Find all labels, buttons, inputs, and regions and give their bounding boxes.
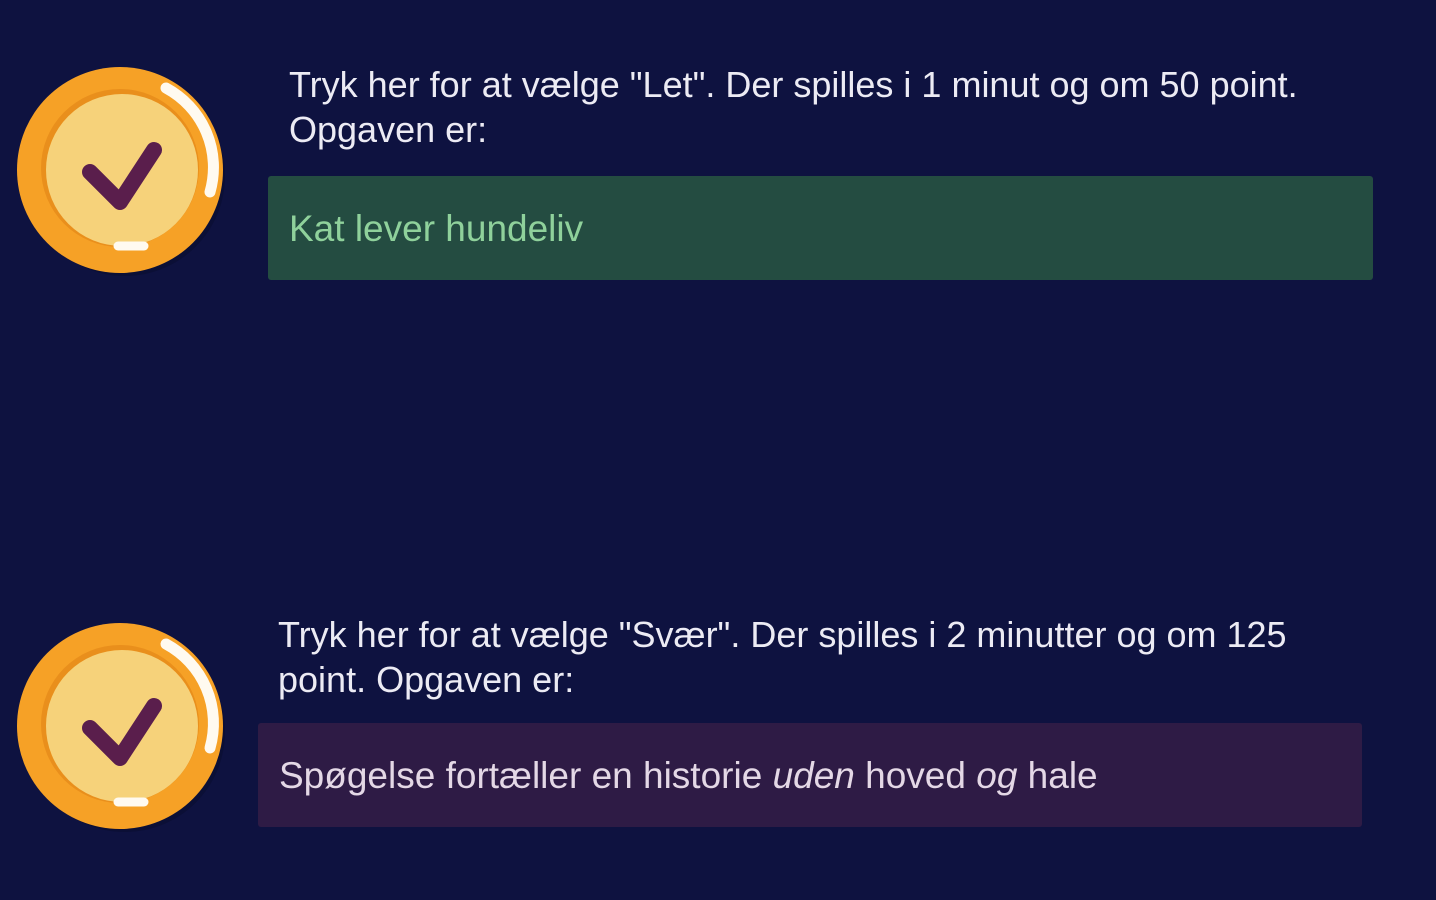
task-text: Spøgelse fortæller en historie uden hove… [279,754,1098,798]
select-hard-button[interactable] [14,620,230,836]
task-text-segment: Spøgelse fortæller en historie [279,755,773,796]
task-text-segment: Kat lever hundeliv [289,208,584,249]
task-text-segment: og [976,755,1018,796]
task-box[interactable]: Spøgelse fortæller en historie uden hove… [258,723,1362,827]
task-box[interactable]: Kat lever hundeliv [268,176,1373,280]
task-text: Kat lever hundeliv [289,207,583,251]
difficulty-option-hard[interactable]: Tryk her for at vælge "Svær". Der spille… [0,555,1436,855]
option-description: Tryk her for at vælge "Svær". Der spille… [278,614,1287,700]
task-text-segment: hale [1017,755,1098,796]
select-easy-button[interactable] [14,64,230,280]
option-description: Tryk her for at vælge "Let". Der spilles… [289,64,1298,150]
task-text-segment: hoved [854,755,977,796]
checkmark-coin-icon [17,623,225,832]
checkmark-coin-icon [17,67,225,276]
difficulty-option-easy[interactable]: Tryk her for at vælge "Let". Der spilles… [0,0,1436,300]
task-text-segment: uden [772,755,855,796]
